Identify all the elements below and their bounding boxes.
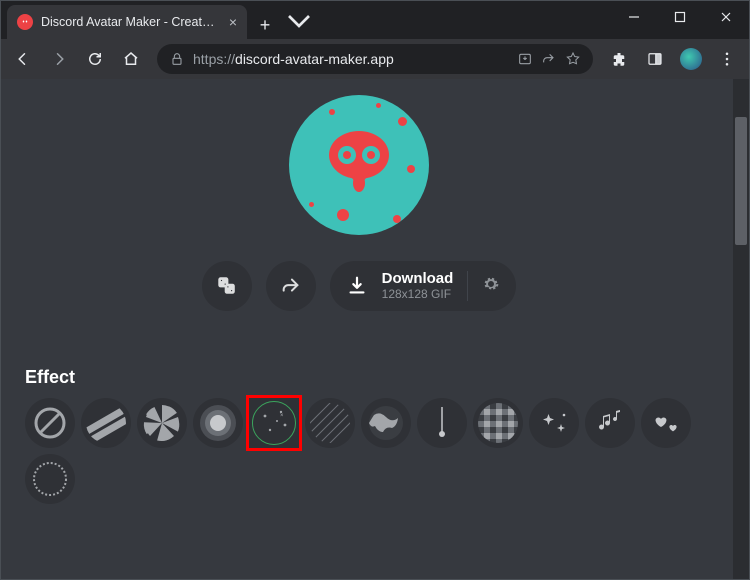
home-button[interactable] (115, 43, 147, 75)
chrome-menu-button[interactable] (711, 43, 743, 75)
close-tab-icon[interactable]: × (229, 14, 237, 30)
share-icon[interactable] (541, 51, 557, 67)
forward-button[interactable] (43, 43, 75, 75)
tab-strip: Discord Avatar Maker - Create yo × + (1, 1, 279, 39)
tab-title: Discord Avatar Maker - Create yo (41, 15, 221, 29)
bookmark-star-icon[interactable] (565, 51, 581, 67)
effect-stripes[interactable] (81, 398, 131, 448)
browser-toolbar: https://discord-avatar-maker.app (1, 39, 749, 79)
side-panel-button[interactable] (639, 43, 671, 75)
svg-text:×: × (280, 413, 284, 419)
back-button[interactable] (7, 43, 39, 75)
maximize-button[interactable] (657, 1, 703, 33)
effect-plaid[interactable] (473, 398, 523, 448)
new-tab-button[interactable]: + (251, 11, 279, 39)
section-title: Effect (25, 367, 693, 388)
effect-radial[interactable] (193, 398, 243, 448)
avatar-preview (289, 95, 429, 235)
browser-titlebar: Discord Avatar Maker - Create yo × + (1, 1, 749, 39)
effect-sparkle-stars[interactable] (529, 398, 579, 448)
effect-grid: × (25, 398, 693, 504)
tab-search-button[interactable] (279, 1, 319, 41)
download-label: Download (382, 271, 454, 288)
effect-hearts[interactable] (641, 398, 691, 448)
address-bar[interactable]: https://discord-avatar-maker.app (157, 44, 593, 74)
scrollbar[interactable] (733, 79, 749, 579)
download-size: 128x128 GIF (382, 288, 454, 301)
randomize-button[interactable] (202, 261, 252, 311)
effect-stamp[interactable] (25, 454, 75, 504)
effect-sparkle-dots[interactable]: × (249, 398, 299, 448)
minimize-button[interactable] (611, 1, 657, 33)
install-app-icon[interactable] (517, 51, 533, 67)
avatar-preview-area: Download 128x128 GIF (1, 79, 717, 311)
extensions-button[interactable] (603, 43, 635, 75)
effect-none[interactable] (25, 398, 75, 448)
close-window-button[interactable] (703, 1, 749, 33)
share-button[interactable] (266, 261, 316, 311)
action-bar: Download 128x128 GIF (202, 261, 517, 311)
effect-segments[interactable] (137, 398, 187, 448)
download-settings-button[interactable] (482, 275, 500, 298)
discord-favicon (17, 14, 33, 30)
page-viewport: Download 128x128 GIF Effect (1, 79, 749, 579)
reload-button[interactable] (79, 43, 111, 75)
window-controls (611, 1, 749, 33)
effect-pendulum[interactable] (417, 398, 467, 448)
download-icon (346, 275, 368, 297)
url-text: https://discord-avatar-maker.app (193, 51, 394, 67)
browser-tab[interactable]: Discord Avatar Maker - Create yo × (7, 5, 247, 39)
effect-scratch[interactable] (305, 398, 355, 448)
profile-avatar[interactable] (675, 43, 707, 75)
avatar-face-icon (309, 115, 409, 215)
effect-section: Effect × (1, 311, 717, 504)
lock-icon (169, 51, 185, 67)
effect-music-notes[interactable] (585, 398, 635, 448)
effect-globe[interactable] (361, 398, 411, 448)
divider (467, 271, 468, 301)
scrollbar-thumb[interactable] (735, 117, 747, 245)
download-button[interactable]: Download 128x128 GIF (330, 261, 517, 311)
